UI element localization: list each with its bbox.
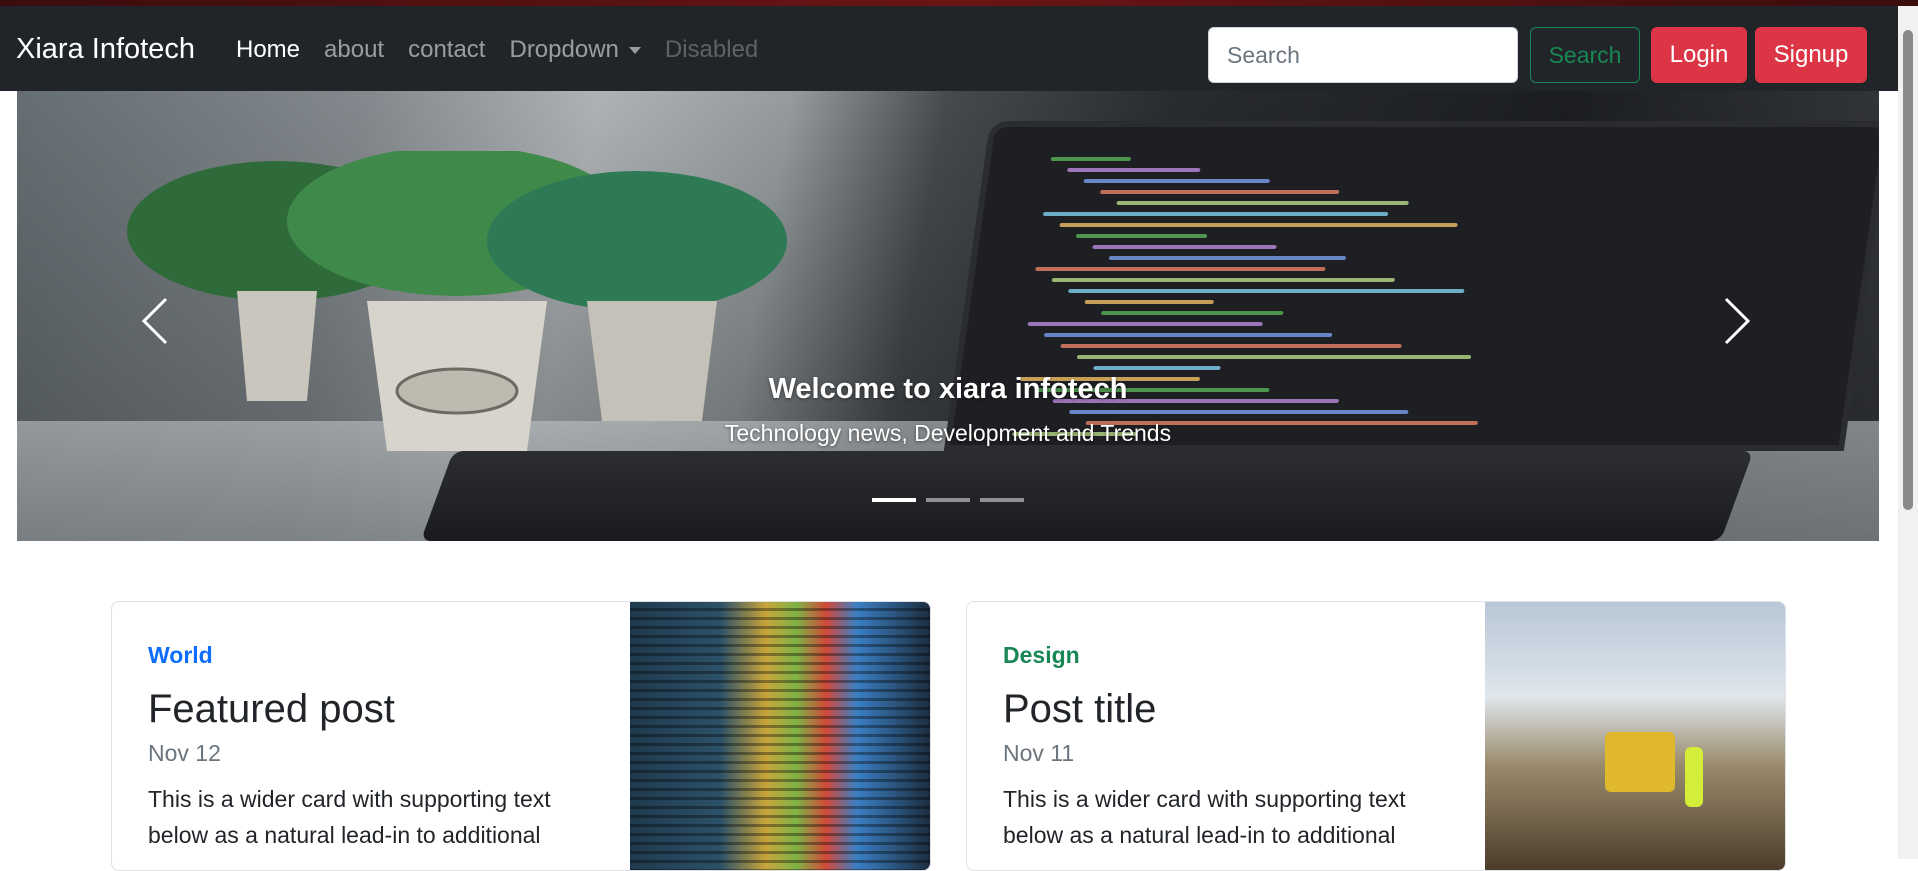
code-line (1084, 300, 1215, 304)
card-text: This is a wider card with supporting tex… (148, 786, 551, 848)
nav-link-contact[interactable]: contact (408, 36, 485, 64)
code-line (1060, 344, 1402, 348)
card-category[interactable]: Design (1003, 642, 1453, 669)
search-button[interactable]: Search (1530, 27, 1640, 83)
carousel-caption: Welcome to xiara infotech Technology new… (17, 373, 1879, 447)
card-date: Nov 12 (148, 740, 221, 766)
laptop-keyboard-image (420, 451, 1754, 541)
card-body: Design Post title Nov 11 This is a wider… (1003, 642, 1453, 853)
signup-button[interactable]: Signup (1755, 27, 1867, 83)
caret-down-icon (628, 46, 641, 54)
code-line (1035, 267, 1326, 271)
carousel-caption-title: Welcome to xiara infotech (768, 373, 1128, 405)
worker-shape (1685, 747, 1703, 807)
nav-dropdown-label: Dropdown (509, 36, 619, 63)
nav-dropdown[interactable]: Dropdown (509, 36, 641, 64)
code-line (1051, 278, 1396, 282)
code-line (1076, 355, 1472, 359)
code-line (1050, 157, 1132, 161)
nav-links: Home about contact Dropdown Disabled (236, 36, 782, 64)
carousel-next-button[interactable] (1717, 291, 1757, 351)
card-text: This is a wider card with supporting tex… (1003, 786, 1406, 848)
code-line (1092, 245, 1277, 249)
nav-link-home[interactable]: Home (236, 36, 300, 64)
search-input[interactable] (1208, 27, 1518, 83)
carousel-indicator-2[interactable] (926, 498, 970, 502)
navbar-brand[interactable]: Xiara Infotech (16, 33, 195, 66)
card-title: Post title (1003, 687, 1157, 731)
carousel-indicator-1[interactable] (872, 498, 916, 502)
nav-link-disabled: Disabled (664, 36, 759, 63)
page-scrollbar[interactable] (1898, 6, 1918, 859)
code-line (1100, 311, 1284, 315)
code-line (1116, 201, 1409, 205)
excavator-shape (1605, 732, 1675, 792)
carousel-caption-subtitle: Technology news, Development and Trends (724, 420, 1172, 446)
code-line (1099, 190, 1340, 194)
code-line (1027, 322, 1263, 326)
card-title: Featured post (148, 687, 395, 731)
carousel-indicator-3[interactable] (980, 498, 1024, 502)
card-date: Nov 11 (1003, 740, 1075, 766)
chevron-right-icon (1724, 297, 1751, 345)
nav-link-about[interactable]: about (324, 36, 384, 64)
card-image-code (630, 602, 930, 870)
hero-carousel: Welcome to xiara infotech Technology new… (17, 91, 1879, 541)
featured-post-card[interactable]: World Featured post Nov 12 This is a wid… (111, 601, 931, 871)
code-line (1067, 168, 1201, 172)
carousel-prev-button[interactable] (135, 291, 175, 351)
code-line (1093, 366, 1221, 370)
login-button[interactable]: Login (1651, 27, 1747, 83)
code-line (1042, 212, 1389, 216)
code-line (1083, 179, 1271, 183)
code-line (1075, 234, 1208, 238)
code-line (1108, 256, 1347, 260)
code-line (1059, 223, 1458, 227)
code-line (1043, 333, 1333, 337)
carousel-indicators (872, 498, 1024, 502)
post-card[interactable]: Design Post title Nov 11 This is a wider… (966, 601, 1786, 871)
chevron-left-icon (141, 297, 168, 345)
card-category[interactable]: World (148, 642, 598, 669)
card-body: World Featured post Nov 12 This is a wid… (148, 642, 598, 853)
navbar: Xiara Infotech Home about contact Dropdo… (0, 6, 1898, 91)
card-image-construction (1485, 602, 1785, 870)
code-line (1068, 289, 1465, 293)
scrollbar-thumb[interactable] (1903, 30, 1913, 510)
